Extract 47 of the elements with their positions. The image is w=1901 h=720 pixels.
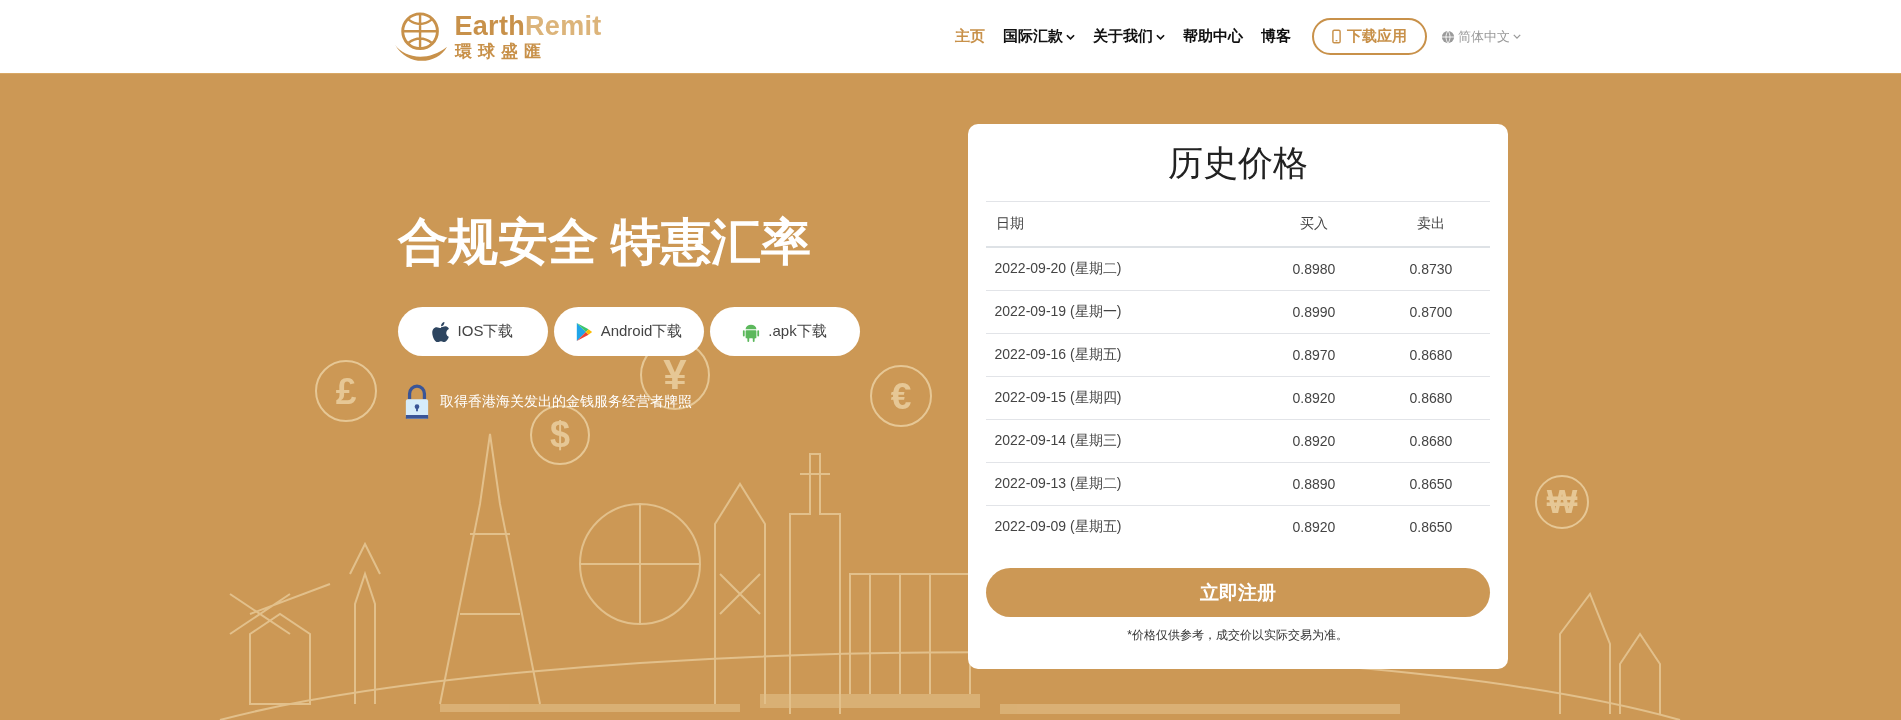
table-cell: 0.8680 bbox=[1372, 376, 1490, 420]
column-header: 买入 bbox=[1255, 201, 1373, 247]
brand-name: EarthRemit bbox=[454, 13, 602, 40]
app-download-button[interactable]: Android下载 bbox=[553, 307, 704, 356]
app-download-button[interactable]: IOS下载 bbox=[397, 307, 548, 356]
table-cell: 2022-09-13 (星期二) bbox=[985, 462, 1256, 506]
table-cell: 2022-09-09 (星期五) bbox=[985, 505, 1256, 548]
play-store-icon bbox=[574, 321, 593, 342]
table-cell: 2022-09-19 (星期一) bbox=[985, 290, 1256, 334]
caret-icon bbox=[1065, 33, 1075, 40]
table-cell: 0.8980 bbox=[1255, 247, 1373, 291]
table-cell: 0.8890 bbox=[1255, 462, 1373, 506]
nav-link[interactable]: 帮助中心 bbox=[1173, 27, 1252, 46]
caret-icon bbox=[1512, 34, 1521, 39]
disclaimer-note: *价格仅供参考，成交价以实际交易为准。 bbox=[1126, 627, 1349, 644]
app-download-button[interactable]: .apk下载 bbox=[709, 307, 860, 356]
table-cell: 0.8920 bbox=[1255, 376, 1373, 420]
table-cell: 2022-09-14 (星期三) bbox=[985, 419, 1256, 463]
table-cell: 0.8920 bbox=[1255, 505, 1373, 548]
table-cell: 0.8990 bbox=[1255, 290, 1373, 334]
table-cell: 0.8680 bbox=[1372, 333, 1490, 377]
table-cell: 0.8650 bbox=[1372, 505, 1490, 548]
table-cell: 0.8970 bbox=[1255, 333, 1373, 377]
currency-coin: ₩ bbox=[1535, 475, 1589, 529]
globe-icon bbox=[1440, 29, 1455, 44]
table-cell: 2022-09-20 (星期二) bbox=[985, 247, 1256, 291]
table-cell: 0.8730 bbox=[1372, 247, 1490, 291]
brand-subtitle: 環球盛匯 bbox=[454, 43, 548, 60]
table-cell: 0.8680 bbox=[1372, 419, 1490, 463]
nav-link[interactable]: 关于我们 bbox=[1083, 27, 1174, 46]
currency-coin: € bbox=[870, 365, 932, 427]
table-cell: 0.8700 bbox=[1372, 290, 1490, 334]
table-cell: 2022-09-16 (星期五) bbox=[985, 333, 1256, 377]
apple-icon bbox=[431, 321, 450, 342]
table-cell: 0.8650 bbox=[1372, 462, 1490, 506]
table-cell: 0.8920 bbox=[1255, 419, 1373, 463]
table-cell: 2022-09-15 (星期四) bbox=[985, 376, 1256, 420]
nav-link[interactable]: 国际汇款 bbox=[993, 27, 1084, 46]
column-header: 卖出 bbox=[1372, 201, 1490, 247]
caret-icon bbox=[1155, 33, 1165, 40]
column-header: 日期 bbox=[985, 201, 1256, 247]
padlock-icon bbox=[403, 384, 430, 420]
nav-link[interactable]: 博客 bbox=[1251, 27, 1300, 46]
card-title: 历史价格 bbox=[1166, 142, 1309, 184]
currency-coin: £ bbox=[315, 360, 377, 422]
hero-heading: 合规安全 特惠汇率 bbox=[397, 217, 813, 267]
phone-icon bbox=[1331, 29, 1341, 44]
